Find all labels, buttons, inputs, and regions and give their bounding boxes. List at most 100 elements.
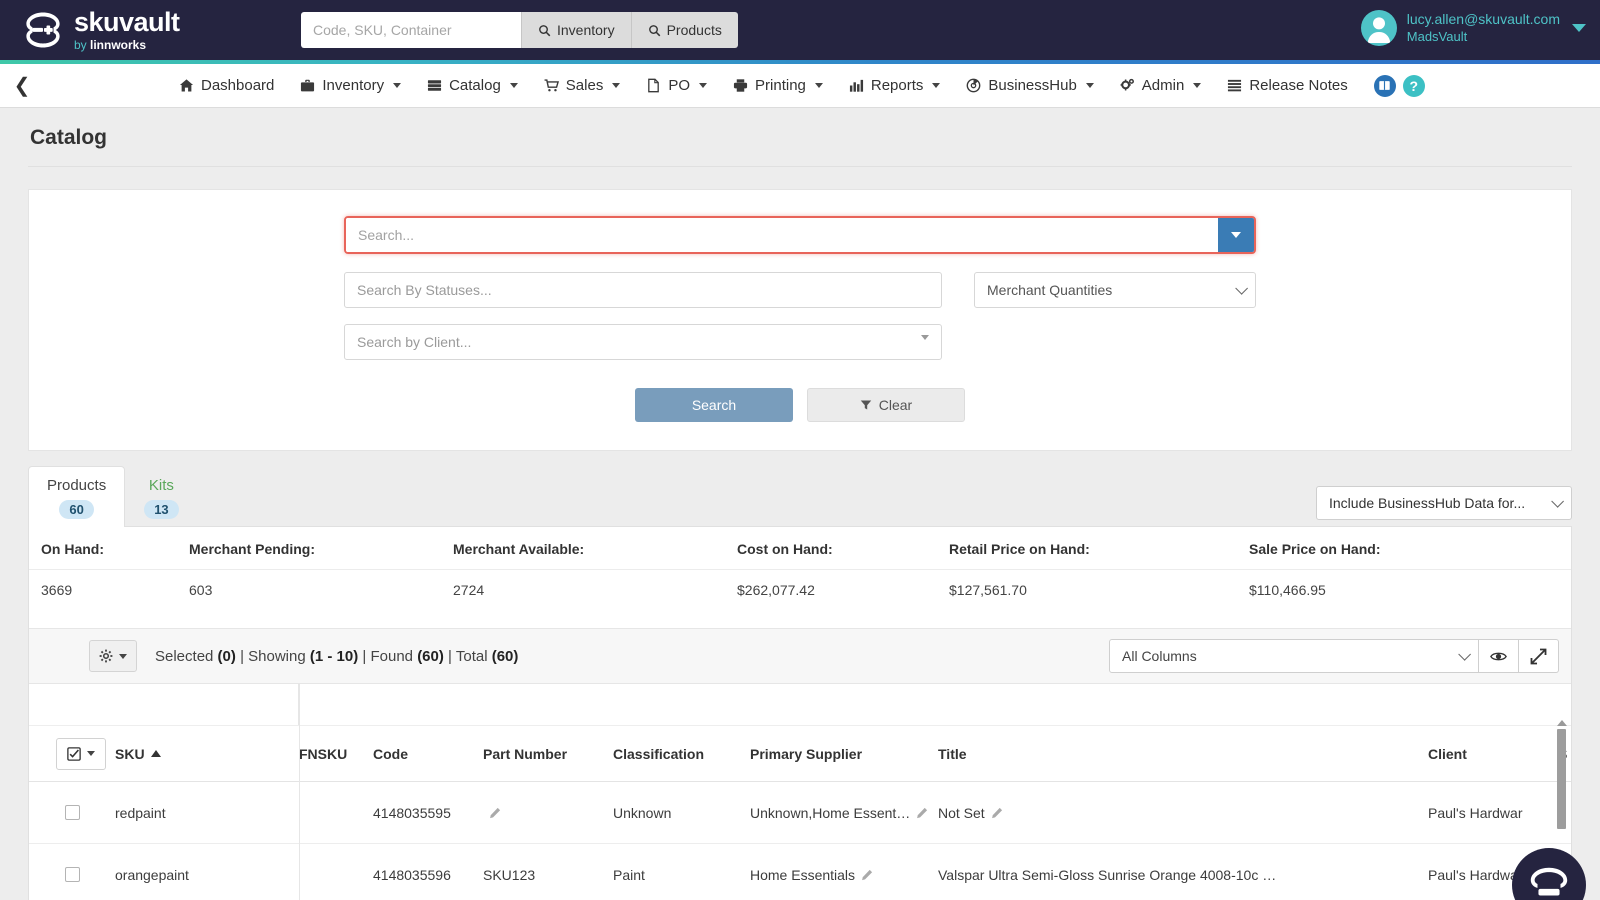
catalog-search-dropdown-button[interactable] [1218,218,1254,252]
nav-item-catalog[interactable]: Catalog [414,64,531,108]
grid-filter-spacer [29,684,1571,726]
grid-settings-button[interactable] [89,640,137,672]
user-menu[interactable]: lucy.allen@skuvault.com MadsVault [1361,10,1586,46]
clear-button[interactable]: Clear [807,388,965,422]
grid-vertical-scrollbar[interactable] [1555,720,1568,838]
table-row[interactable]: redpaint 4148035595 Unknown Unknown,Home… [29,782,1571,844]
nav-item-release-notes[interactable]: Release Notes [1214,64,1360,108]
grid-header-sku-label: SKU [115,746,145,762]
row-sku: orangepaint [115,867,299,883]
tab-kits[interactable]: Kits 13 [125,466,197,527]
global-search-inventory-button[interactable]: Inventory [521,12,631,48]
nav-item-inventory[interactable]: Inventory [287,64,414,108]
gears-icon [1120,78,1135,93]
avatar [1361,10,1397,46]
filter-icon [860,399,872,411]
cart-icon [544,78,559,93]
book-icon[interactable] [1374,75,1396,97]
row-client: Paul's Hardwar [1428,805,1558,821]
status-separator-3: | [448,648,452,665]
table-row[interactable]: orangepaint 4148035596 SKU123 Paint Home… [29,844,1571,900]
row-title-value: Not Set [938,805,985,821]
checkbox-checked-icon [67,747,81,761]
nav-item-businesshub[interactable]: BusinessHub [953,64,1106,108]
businesshub-data-select[interactable]: Include BusinessHub Data for... [1316,486,1572,520]
nav-item-printing[interactable]: Printing [720,64,836,108]
grid-header-part-number[interactable]: Part Number [483,746,613,762]
summary-value-retail-price-on-hand: $127,561.70 [949,582,1249,598]
toggle-visibility-button[interactable] [1479,639,1519,673]
grid-header-fnsku[interactable]: FNSKU [299,746,373,762]
nav-label: Reports [871,77,924,94]
brand-logo[interactable]: skuvault by linnworks [22,9,180,51]
summary-value-on-hand: 3669 [41,582,189,598]
row-classification: Unknown [613,805,750,821]
chevron-down-icon [87,751,95,756]
clear-button-label: Clear [879,397,912,413]
nav-item-sales[interactable]: Sales [531,64,634,108]
catalog-search-input[interactable] [346,218,1218,252]
global-search-input[interactable] [301,12,521,48]
grid-header-primary-supplier[interactable]: Primary Supplier [750,746,938,762]
title-divider [28,166,1572,167]
nav-help-group: ? [1374,75,1425,97]
nav-item-admin[interactable]: Admin [1107,64,1215,108]
chevron-down-icon [119,654,127,659]
status-total-value: (60) [492,648,519,665]
question-help-icon[interactable]: ? [1403,75,1425,97]
nav-label: Printing [755,77,806,94]
chevron-down-icon[interactable] [1572,24,1586,32]
edit-pencil-icon[interactable] [489,807,501,819]
global-search[interactable]: Inventory Products [301,12,738,48]
columns-select[interactable]: All Columns [1109,639,1479,673]
scrollbar-thumb[interactable] [1557,729,1566,829]
tab-products-badge: 60 [59,500,93,519]
global-search-inventory-label: Inventory [557,22,615,38]
nav-item-dashboard[interactable]: Dashboard [166,64,287,108]
edit-pencil-icon[interactable] [991,807,1003,819]
select-all-dropdown[interactable] [56,738,106,770]
merchant-quantities-select[interactable]: Merchant Quantities [974,272,1256,308]
summary-value-row: 3669 603 2724 $262,077.42 $127,561.70 $1… [29,569,1571,612]
global-search-products-button[interactable]: Products [631,12,738,48]
top-bar: skuvault by linnworks Inventory Products [0,0,1600,60]
summary-header-row: On Hand: Merchant Pending: Merchant Avai… [29,527,1571,569]
row-checkbox-cell [29,867,115,882]
user-avatar-icon [1361,10,1397,46]
scroll-up-arrow-icon[interactable] [1557,720,1567,726]
status-showing-value: (1 - 10) [310,648,358,665]
chevron-down-icon [932,83,940,88]
nav-item-reports[interactable]: Reports [836,64,954,108]
row-checkbox[interactable] [65,867,80,882]
fullscreen-button[interactable] [1519,639,1559,673]
row-checkbox[interactable] [65,805,80,820]
chevron-down-icon [1551,495,1564,508]
grid-header-client[interactable]: Client [1428,746,1558,762]
grid-header-sku[interactable]: SKU [115,746,299,762]
search-by-client-field[interactable]: Search by Client... [344,324,942,360]
eye-icon [1490,648,1507,665]
grid-header-title[interactable]: Title [938,746,1428,762]
status-found-label: Found [370,648,413,665]
businesshub-data-value: Include BusinessHub Data for... [1329,495,1525,511]
edit-pencil-icon[interactable] [861,869,873,881]
edit-pencil-icon[interactable] [916,807,928,819]
page-body: Catalog Search By Statuses... Merchant Q… [0,126,1600,900]
nav-label: BusinessHub [988,77,1076,94]
sidebar-collapse-icon[interactable]: ❮ [4,73,40,98]
printer-icon [733,78,748,93]
summary-header-sale-price-on-hand: Sale Price on Hand: [1249,541,1559,557]
summary-header-merchant-available: Merchant Available: [453,541,737,557]
tab-products[interactable]: Products 60 [28,466,125,527]
results-card: On Hand: Merchant Pending: Merchant Avai… [28,526,1572,900]
grid-header-classification[interactable]: Classification [613,746,750,762]
summary-value-sale-price-on-hand: $110,466.95 [1249,582,1559,598]
columns-select-value: All Columns [1122,648,1197,664]
nav-label: Admin [1142,77,1185,94]
grid-header-code[interactable]: Code [373,746,483,762]
search-actions: Search Clear [29,388,1571,422]
search-by-statuses-field[interactable]: Search By Statuses... [344,272,942,308]
nav-item-po[interactable]: PO [633,64,720,108]
search-button[interactable]: Search [635,388,793,422]
catalog-search-group[interactable] [344,216,1256,254]
